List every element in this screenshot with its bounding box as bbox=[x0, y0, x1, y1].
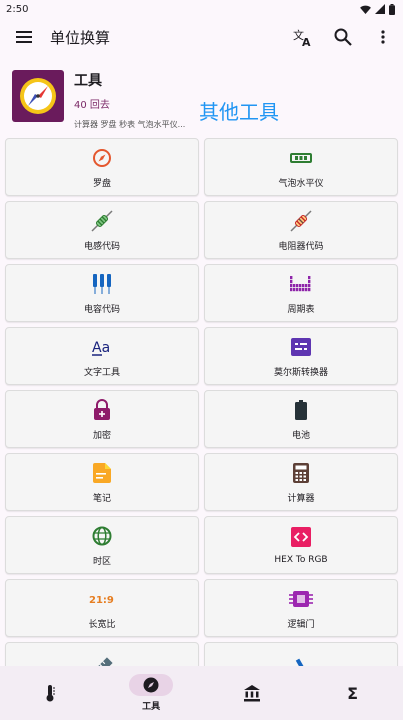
status-time: 2:50 bbox=[6, 3, 29, 15]
chip-icon bbox=[289, 587, 313, 611]
globe-icon bbox=[92, 524, 112, 548]
svg-text:Aa: Aa bbox=[92, 340, 110, 356]
page-title: 单位换算 bbox=[50, 28, 111, 47]
nav-item[interactable] bbox=[0, 666, 101, 720]
bank-icon bbox=[230, 682, 274, 704]
bubble-level-icon bbox=[290, 146, 312, 170]
text-tool-icon: Aa bbox=[91, 335, 113, 359]
morse-icon bbox=[291, 335, 311, 359]
tool-label: 加密 bbox=[92, 430, 111, 441]
tool-card[interactable]: 电阻器代码 bbox=[204, 201, 398, 259]
signal-icon bbox=[375, 4, 385, 14]
tool-card[interactable]: 气泡水平仪 bbox=[204, 138, 398, 196]
tool-card[interactable]: 周期表 bbox=[204, 264, 398, 322]
tool-label: 周期表 bbox=[287, 304, 315, 315]
search-icon[interactable] bbox=[331, 25, 355, 49]
tool-card[interactable]: 时区 bbox=[5, 516, 199, 574]
compass-icon bbox=[129, 674, 174, 696]
lock-icon bbox=[93, 398, 111, 422]
tool-label: 计算器 bbox=[287, 493, 315, 504]
nav-item[interactable]: Σ bbox=[302, 666, 403, 720]
calculator-icon bbox=[293, 461, 309, 485]
tool-card[interactable]: 电感代码 bbox=[5, 201, 199, 259]
tool-card[interactable]: Aa 文字工具 bbox=[5, 327, 199, 385]
periodic-table-icon bbox=[290, 272, 312, 296]
tool-label: 电感代码 bbox=[83, 241, 120, 252]
tool-card[interactable]: 计算器 bbox=[204, 453, 398, 511]
tool-label: 时区 bbox=[92, 556, 111, 567]
tool-card[interactable]: 逻辑门 bbox=[204, 579, 398, 637]
battery-status-icon bbox=[389, 3, 395, 15]
tool-card[interactable]: 电池 bbox=[204, 390, 398, 448]
category-title: 工具 bbox=[74, 73, 102, 89]
tool-card[interactable]: 莫尔斯转换器 bbox=[204, 327, 398, 385]
nav-item[interactable] bbox=[202, 666, 303, 720]
wifi-icon bbox=[360, 5, 371, 14]
tool-card[interactable]: 罗盘 bbox=[5, 138, 199, 196]
more-options-icon[interactable] bbox=[371, 25, 395, 49]
aspect-ratio-icon: 21:9 bbox=[89, 587, 115, 611]
tool-label: 长宽比 bbox=[88, 619, 116, 630]
capacitor-icon bbox=[92, 272, 112, 296]
status-icons bbox=[360, 3, 395, 15]
overlay-caption: 其他工具 bbox=[199, 100, 279, 124]
thermometer-icon bbox=[28, 682, 72, 704]
tool-card[interactable]: 加密 bbox=[5, 390, 199, 448]
tool-label: 电池 bbox=[291, 430, 310, 441]
tool-card[interactable]: 笔记 bbox=[5, 453, 199, 511]
inductor-icon bbox=[90, 209, 114, 233]
status-bar: 2:50 bbox=[0, 0, 403, 18]
nav-label: 工具 bbox=[142, 702, 161, 712]
sigma-glyph: Σ bbox=[347, 683, 359, 703]
tools-logo bbox=[12, 70, 64, 122]
battery-icon bbox=[295, 398, 307, 422]
nav-item[interactable]: 工具 bbox=[101, 666, 202, 720]
category-count[interactable]: 40 回去 bbox=[74, 96, 185, 111]
category-tools-list: 计算器 罗盘 秒表 气泡水平仪... bbox=[74, 120, 186, 129]
app-bar: 单位换算 文A bbox=[0, 18, 403, 56]
tool-card[interactable]: 21:9 长宽比 bbox=[5, 579, 199, 637]
svg-text:A: A bbox=[302, 36, 311, 47]
code-icon bbox=[291, 525, 311, 549]
tool-card[interactable]: 电容代码 bbox=[5, 264, 199, 322]
tools-grid: 罗盘 气泡水平仪电感代码 电阻器代码电容代码 周期表 Aa 文字工具 莫尔斯转换器加密 电池笔… bbox=[5, 138, 398, 700]
menu-icon[interactable] bbox=[12, 25, 36, 49]
tool-label: 文字工具 bbox=[83, 367, 120, 378]
tool-label: 莫尔斯转换器 bbox=[273, 367, 328, 378]
tool-label: 笔记 bbox=[92, 493, 111, 504]
bottom-navigation: 工具 Σ bbox=[0, 666, 403, 720]
tool-label: 逻辑门 bbox=[287, 619, 315, 630]
compass-icon bbox=[92, 146, 112, 170]
svg-text:21:9: 21:9 bbox=[89, 595, 114, 606]
tool-card[interactable]: HEX To RGB bbox=[204, 516, 398, 574]
tool-label: 电容代码 bbox=[83, 304, 120, 315]
note-icon bbox=[93, 461, 111, 485]
sigma-icon: Σ bbox=[331, 682, 375, 704]
tool-label: HEX To RGB bbox=[274, 555, 328, 565]
tool-label: 气泡水平仪 bbox=[278, 178, 324, 189]
tool-label: 电阻器代码 bbox=[278, 241, 324, 252]
resistor-icon bbox=[289, 209, 313, 233]
translate-icon[interactable]: 文A bbox=[291, 25, 315, 49]
tool-label: 罗盘 bbox=[92, 178, 111, 189]
